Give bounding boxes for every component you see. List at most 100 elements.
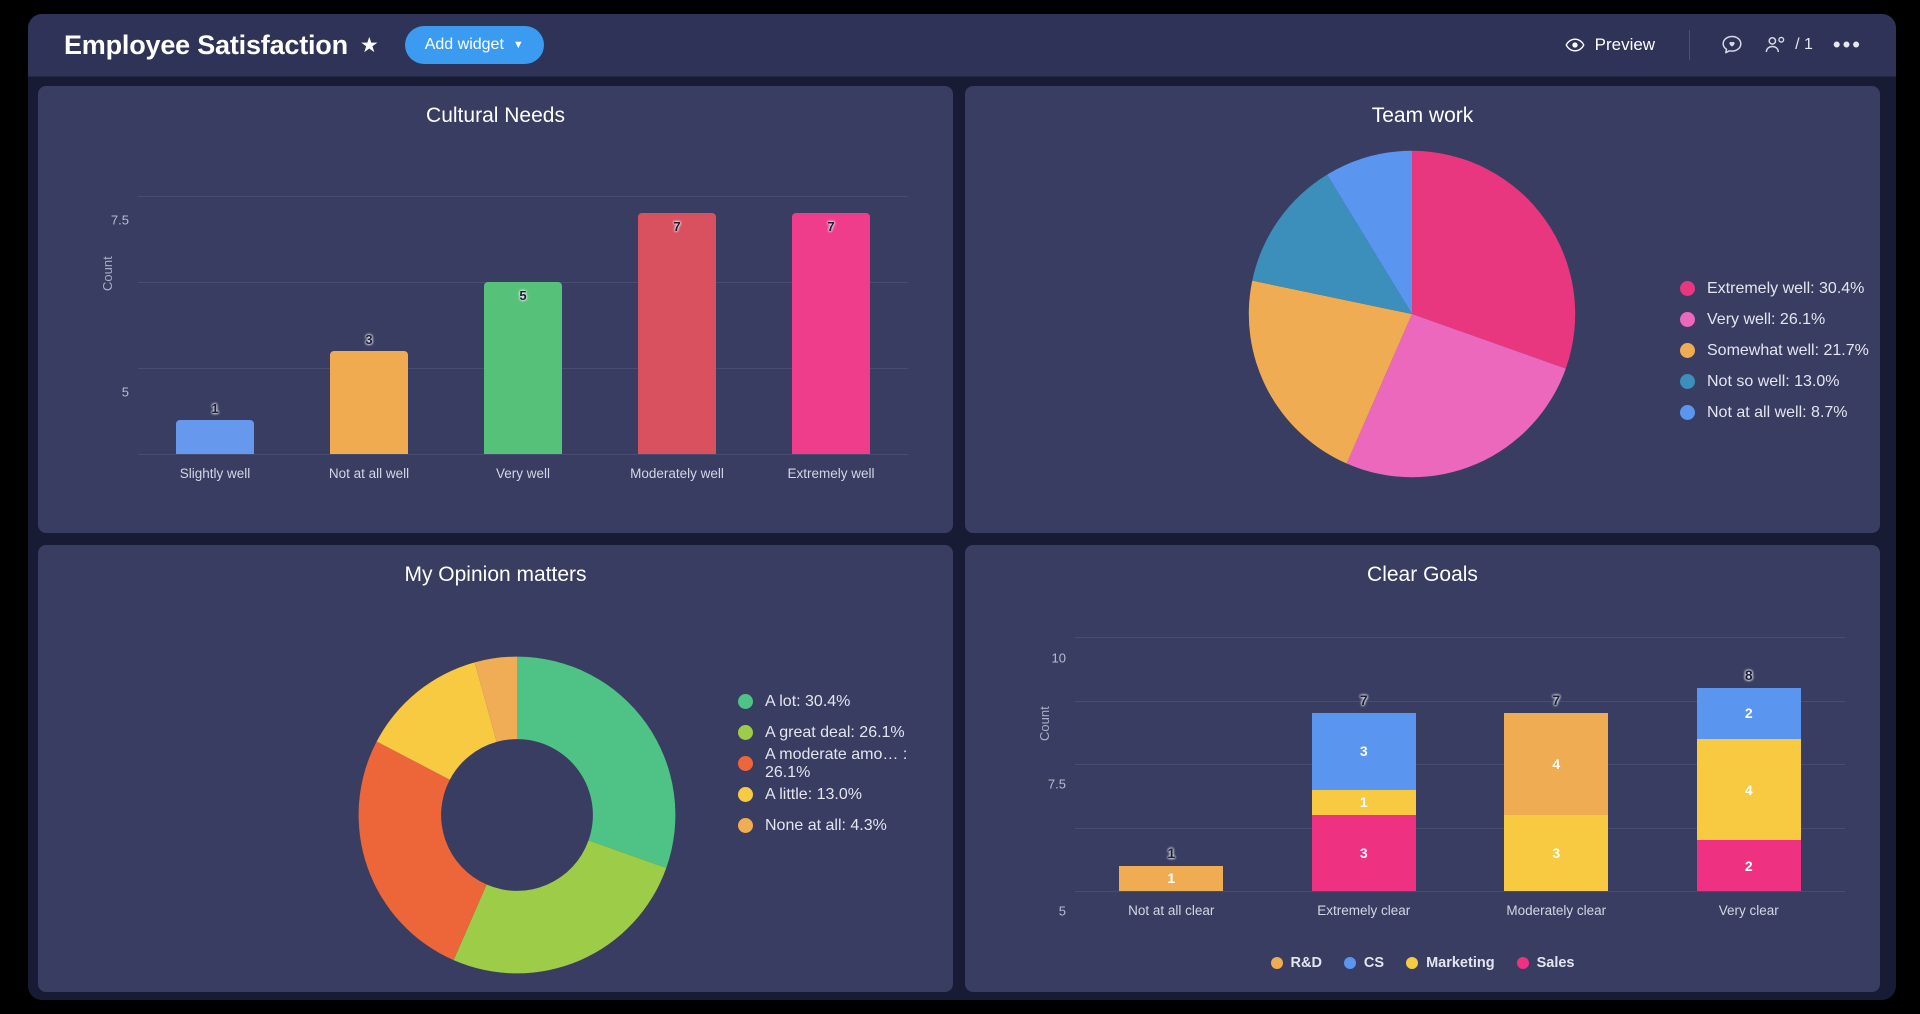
legend-color-dot xyxy=(738,725,753,740)
bar-value-label: 1 xyxy=(211,400,219,416)
bar-value-label: 3 xyxy=(365,331,373,347)
legend-item[interactable]: Sales xyxy=(1516,947,1575,978)
legend-item[interactable]: A great deal: 26.1% xyxy=(738,717,953,748)
legend-item[interactable]: R&D xyxy=(1270,947,1322,978)
y-axis-title-cultural: Count xyxy=(100,256,115,291)
chevron-down-icon: ▼ xyxy=(512,39,524,51)
legend-label: Marketing xyxy=(1426,954,1495,971)
legend-label: None at all: 4.3% xyxy=(765,816,887,834)
pie-chart[interactable] xyxy=(1242,144,1582,484)
header-actions: Preview / 1 ••• xyxy=(1551,27,1872,63)
widget-title: My Opinion matters xyxy=(404,563,587,586)
legend-item[interactable]: Extremely well: 30.4% xyxy=(1680,273,1869,304)
bar-value-label: 5 xyxy=(519,288,527,304)
y-axis-tick: 5 xyxy=(1058,903,1066,919)
legend-item[interactable]: Somewhat well: 21.7% xyxy=(1680,335,1869,366)
stack-total-label: 8 xyxy=(1744,667,1753,684)
legend-label: Extremely well: 30.4% xyxy=(1707,279,1865,297)
chat-heart-icon xyxy=(1722,35,1742,54)
legend-item[interactable]: A little: 13.0% xyxy=(738,779,953,810)
stack-segment[interactable]: 3 xyxy=(1311,713,1416,790)
stack-segment[interactable]: 2 xyxy=(1696,688,1801,739)
legend-color-dot xyxy=(1343,956,1356,969)
pie-legend: Extremely well: 30.4% Very well: 26.1% Som… xyxy=(1680,273,1869,428)
legend-label: A little: 13.0% xyxy=(765,785,862,803)
segment-value-label: 3 xyxy=(1359,743,1368,760)
x-axis-label: Slightly well xyxy=(179,466,251,481)
y-axis-title-goals: Count xyxy=(1037,706,1052,741)
header-divider xyxy=(1689,30,1691,60)
bar-value-label: 7 xyxy=(827,219,835,235)
widget-grid: Cultural Needs 02.557.51Slightly well3No… xyxy=(38,86,1886,992)
legend-item[interactable]: CS xyxy=(1343,947,1385,978)
legend-label: A great deal: 26.1% xyxy=(765,723,905,741)
pie-slice[interactable] xyxy=(453,840,667,974)
widget-clear-goals: Clear Goals 02.557.51011Not at all clear… xyxy=(965,545,1880,992)
stacked-bar[interactable]: 11 xyxy=(1119,845,1224,891)
widget-team-work: Team work Extremely well: 30.4% Very well… xyxy=(965,86,1880,533)
donut-chart[interactable] xyxy=(352,650,682,980)
legend-item[interactable]: Not at all well: 8.7% xyxy=(1680,397,1869,428)
preview-button[interactable]: Preview xyxy=(1551,29,1669,61)
stack-segment[interactable]: 1 xyxy=(1311,789,1416,815)
legend-color-dot xyxy=(1680,343,1695,358)
donut-legend: A lot: 30.4% A great deal: 26.1% A moderat… xyxy=(738,686,953,841)
legend-color-dot xyxy=(1406,956,1419,969)
legend-label: R&D xyxy=(1290,954,1322,971)
stacked-bar-legend: R&D CS Marketing Sales xyxy=(1270,947,1575,978)
preview-label: Preview xyxy=(1594,35,1656,54)
star-icon[interactable]: ★ xyxy=(360,35,379,56)
legend-item[interactable]: None at all: 4.3% xyxy=(738,810,953,841)
eye-icon xyxy=(1565,38,1585,52)
legend-color-dot xyxy=(1680,374,1695,389)
widget-title: Clear Goals xyxy=(1367,563,1478,586)
legend-item[interactable]: A lot: 30.4% xyxy=(738,686,953,717)
segment-value-label: 2 xyxy=(1744,705,1753,722)
people-button[interactable]: / 1 xyxy=(1754,27,1823,63)
segment-value-label: 4 xyxy=(1552,756,1561,773)
bar[interactable]: 3 xyxy=(330,332,408,454)
stacked-bar[interactable]: 2 4 2 8 xyxy=(1696,667,1801,891)
stacked-bar[interactable]: 3 1 3 7 xyxy=(1311,692,1416,891)
x-axis-label: Moderately clear xyxy=(1506,903,1607,918)
legend-item[interactable]: Very well: 26.1% xyxy=(1680,304,1869,335)
stack-segment[interactable]: 4 xyxy=(1696,738,1801,841)
stack-segment[interactable]: 1 xyxy=(1119,865,1224,891)
add-widget-button[interactable]: Add widget ▼ xyxy=(404,26,544,64)
widget-my-opinion: My Opinion matters A lot: 30.4% A great d… xyxy=(38,545,953,992)
legend-label: CS xyxy=(1363,954,1385,971)
stack-total-label: 7 xyxy=(1552,692,1561,709)
segment-value-label: 4 xyxy=(1744,781,1753,798)
legend-color-dot xyxy=(1270,956,1283,969)
pie-slice[interactable] xyxy=(517,656,676,869)
bar-chart-plot-area: 02.557.51Slightly well3Not at all well5V… xyxy=(111,172,908,481)
segment-value-label: 2 xyxy=(1744,857,1753,874)
stack-segment[interactable]: 2 xyxy=(1696,840,1801,891)
segment-value-label: 3 xyxy=(1359,844,1368,861)
people-count: / 1 xyxy=(1795,36,1813,53)
bar[interactable]: 7 xyxy=(638,213,716,454)
gridline: 0 xyxy=(1075,891,1845,892)
stacked-bar-chart-plot-area: 02.557.51011Not at all clear3137Extremel… xyxy=(1048,617,1845,919)
more-options-button[interactable]: ••• xyxy=(1823,34,1872,56)
bar[interactable]: 5 xyxy=(484,282,562,454)
legend-item[interactable]: Marketing xyxy=(1406,947,1495,978)
legend-item[interactable]: Not so well: 13.0% xyxy=(1680,366,1869,397)
stack-segment[interactable]: 3 xyxy=(1311,814,1416,891)
legend-color-dot xyxy=(1680,281,1695,296)
gridline: 10 xyxy=(1052,637,1845,665)
bar-value-label: 7 xyxy=(673,219,681,235)
legend-label: Sales xyxy=(1536,954,1575,971)
bar[interactable]: 1 xyxy=(176,401,254,454)
stack-segment[interactable]: 4 xyxy=(1504,713,1609,815)
stacked-bar[interactable]: 3 4 7 xyxy=(1504,692,1609,891)
bar[interactable]: 7 xyxy=(792,213,870,454)
legend-item[interactable]: A moderate amo… : 26.1% xyxy=(738,746,953,781)
pie-slice[interactable] xyxy=(358,741,487,961)
segment-value-label: 1 xyxy=(1167,870,1176,887)
chat-heart-button[interactable] xyxy=(1710,27,1754,63)
board-root: Employee Satisfaction ★ Add widget ▼ Pre… xyxy=(28,14,1896,1000)
legend-color-dot xyxy=(1680,405,1695,420)
stack-segment[interactable]: 3 xyxy=(1504,814,1609,891)
legend-color-dot xyxy=(738,694,753,709)
